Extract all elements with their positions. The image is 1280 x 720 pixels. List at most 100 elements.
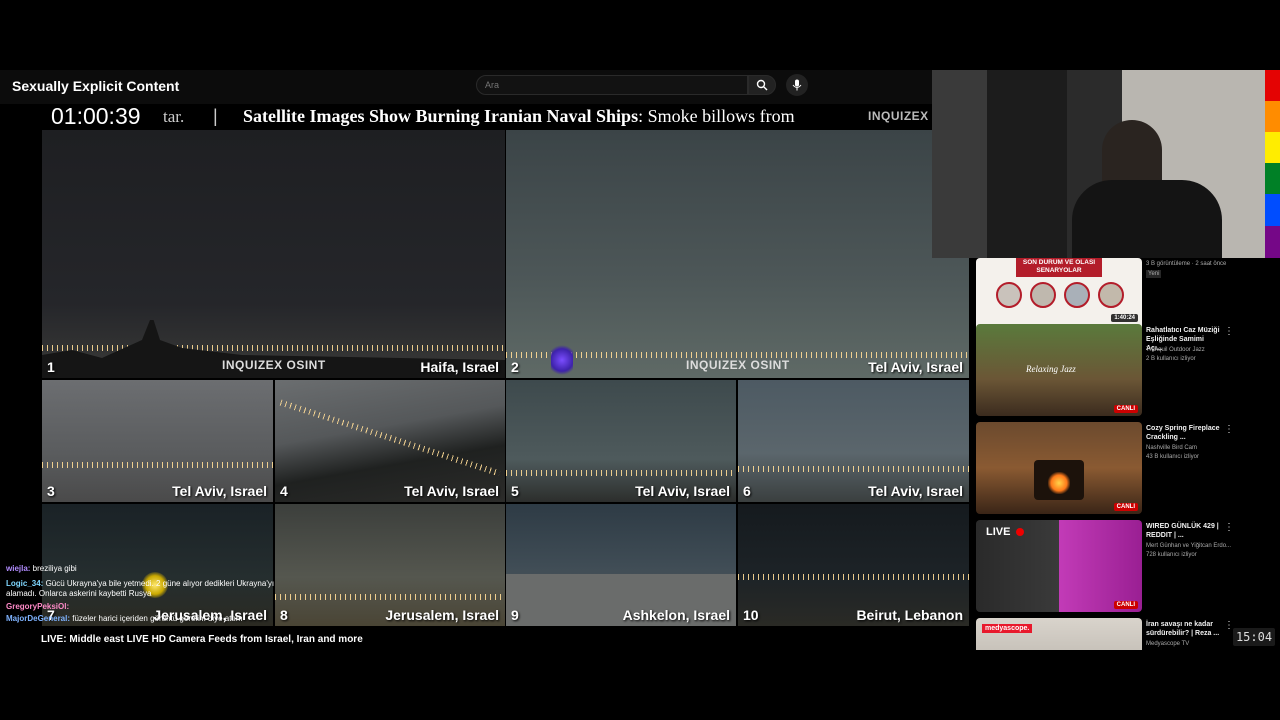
- chat-text: füzeler harici içeriden görüntü görelim …: [70, 614, 243, 623]
- fireplace: [1034, 460, 1084, 500]
- camera-number: 8: [280, 607, 288, 623]
- camera-feed-3[interactable]: 3 Tel Aviv, Israel: [42, 380, 273, 502]
- camera-label: Tel Aviv, Israel: [868, 359, 963, 375]
- ticker-separator: |: [213, 106, 218, 126]
- camera-label: Tel Aviv, Israel: [404, 483, 499, 499]
- thumbnail-text: Relaxing Jazz: [1026, 364, 1076, 374]
- camera-number: 10: [743, 607, 759, 623]
- avatar: [1098, 282, 1124, 308]
- recommendations-sidebar: SON DURUM VE OLASI SENARYOLAR 1:40:24 3 …: [976, 258, 1280, 650]
- camera-number: 9: [511, 607, 519, 623]
- chat-username: MajorDeGeneral:: [6, 614, 71, 623]
- chat-username: GregoryPeksiOl:: [6, 601, 70, 611]
- chat-overlay: wiejla: breziliya gibi Logic_34: Gücü Uk…: [6, 564, 276, 625]
- chat-message: MajorDeGeneral: füzeler harici içeriden …: [6, 614, 276, 625]
- ticker-headline: Satellite Images Show Burning Iranian Na…: [243, 106, 861, 127]
- camera-feed-5[interactable]: 5 Tel Aviv, Israel: [506, 380, 736, 502]
- video-title[interactable]: WIRED GÜNLÜK 429 | REDDIT | ...: [1146, 522, 1222, 540]
- camera-label: Tel Aviv, Israel: [868, 483, 963, 499]
- viewer-count: 43 B kullanıcı izliyor: [1146, 454, 1200, 460]
- viewer-count: 728 kullanıcı izliyor: [1146, 552, 1197, 558]
- city-lights: [738, 574, 969, 580]
- thumbnail-banner: SON DURUM VE OLASI SENARYOLAR: [1016, 258, 1102, 277]
- search-input[interactable]: [476, 75, 748, 95]
- avatar: [996, 282, 1022, 308]
- camera-feed-1[interactable]: 1 INQUIZEX OSINT Haifa, Israel: [42, 130, 505, 378]
- camera-number: 2: [511, 359, 519, 375]
- doorway: [987, 70, 1067, 258]
- video-title[interactable]: İran savaşı ne kadar sürdürebilir? | Rez…: [1146, 620, 1222, 638]
- ticker-logo: INQUIZEX: [868, 109, 929, 123]
- chat-username: Logic_34:: [6, 578, 44, 588]
- city-lights: [506, 470, 736, 476]
- camera-feed-6[interactable]: 6 Tel Aviv, Israel: [738, 380, 969, 502]
- chat-username: wiejla:: [6, 564, 31, 573]
- clock-badge: 15:04: [1233, 628, 1275, 646]
- recommended-video[interactable]: Relaxing Jazz CANLI Rahatlatıcı Caz Müzi…: [976, 324, 1280, 416]
- page-title: Sexually Explicit Content: [12, 78, 180, 94]
- more-options-icon[interactable]: ⋮: [1224, 424, 1234, 435]
- chat-message: Logic_34: Gücü Ukrayna'ya bile yetmedi. …: [6, 579, 276, 600]
- camera-label: Jerusalem, Israel: [385, 607, 499, 623]
- city-lights: [738, 466, 969, 472]
- chat-message: wiejla: breziliya gibi: [6, 564, 276, 575]
- camera-number: 3: [47, 483, 55, 499]
- camera-number: 1: [47, 359, 55, 375]
- camera-label: Tel Aviv, Israel: [172, 483, 267, 499]
- live-badge: CANLI: [1113, 503, 1138, 511]
- camera-label: Beirut, Lebanon: [856, 607, 963, 623]
- viewer-count: 2 B kullanıcı izliyor: [1146, 356, 1196, 362]
- video-meta: 3 B görüntüleme · 2 saat önce: [1146, 261, 1227, 267]
- camera-number: 4: [280, 483, 288, 499]
- channel-name[interactable]: Medyascope TV: [1146, 640, 1246, 648]
- city-lights: [279, 399, 501, 477]
- microphone-icon: [792, 79, 802, 91]
- purple-light: [551, 345, 573, 375]
- camera-feed-10[interactable]: 10 Beirut, Lebanon: [738, 504, 969, 626]
- video-thumbnail[interactable]: CANLI: [976, 422, 1142, 514]
- stream-title: LIVE: Middle east LIVE HD Camera Feeds f…: [41, 634, 363, 645]
- camera-watermark: INQUIZEX OSINT: [222, 358, 326, 372]
- camera-feed-9[interactable]: 9 Ashkelon, Israel: [506, 504, 736, 626]
- webcam-overlay: [932, 70, 1265, 258]
- rainbow-flag: [1265, 70, 1280, 258]
- search-button[interactable]: [748, 75, 776, 95]
- camera-number: 6: [743, 483, 751, 499]
- camera-feed-4[interactable]: 4 Tel Aviv, Israel: [275, 380, 505, 502]
- video-thumbnail[interactable]: medyascope.: [976, 618, 1142, 650]
- live-badge: CANLI: [1113, 601, 1138, 609]
- wall-left: [932, 70, 987, 258]
- thumbnail-live-text: LIVE: [986, 526, 1011, 538]
- city-lights: [42, 462, 273, 468]
- live-badge: CANLI: [1113, 405, 1138, 413]
- video-thumbnail[interactable]: Relaxing Jazz CANLI: [976, 324, 1142, 416]
- person-body: [1072, 180, 1222, 258]
- video-title[interactable]: Cozy Spring Fireplace Crackling ...: [1146, 424, 1222, 442]
- camera-watermark: INQUIZEX OSINT: [686, 358, 790, 372]
- more-options-icon[interactable]: ⋮: [1224, 522, 1234, 533]
- camera-label: Haifa, Israel: [420, 359, 499, 375]
- ticker-fragment: tar.: [163, 107, 185, 126]
- fire: [1048, 472, 1070, 494]
- chat-text: breziliya gibi: [30, 564, 77, 573]
- camera-feed-2[interactable]: 2 INQUIZEX OSINT Tel Aviv, Israel: [506, 130, 969, 378]
- video-thumbnail[interactable]: LIVE CANLI: [976, 520, 1142, 612]
- voice-search-button[interactable]: [786, 74, 808, 96]
- camera-label: Ashkelon, Israel: [622, 607, 730, 623]
- new-badge: Yeni: [1146, 270, 1162, 278]
- channel-name[interactable]: Tranquil Outdoor Jazz: [1146, 346, 1246, 354]
- channel-name[interactable]: Mert Günhan ve Yiğitcan Erdo...: [1146, 542, 1246, 550]
- stream-clock: 01:00:39: [51, 103, 141, 129]
- ticker-headline-bold: Satellite Images Show Burning Iranian Na…: [243, 106, 639, 126]
- avatar: [1064, 282, 1090, 308]
- thumbnail-brand: medyascope.: [982, 624, 1033, 633]
- recommended-video[interactable]: CANLI Cozy Spring Fireplace Crackling ..…: [976, 422, 1280, 514]
- recommended-video[interactable]: LIVE CANLI WIRED GÜNLÜK 429 | REDDIT | .…: [976, 520, 1280, 612]
- camera-number: 5: [511, 483, 519, 499]
- camera-feed-8[interactable]: 8 Jerusalem, Israel: [275, 504, 505, 626]
- city-lights: [275, 594, 505, 600]
- rainbow-stripes: [1265, 70, 1280, 258]
- channel-name[interactable]: Nashville Bird Cam: [1146, 444, 1246, 452]
- more-options-icon[interactable]: ⋮: [1224, 326, 1234, 337]
- search-icon: [756, 79, 768, 91]
